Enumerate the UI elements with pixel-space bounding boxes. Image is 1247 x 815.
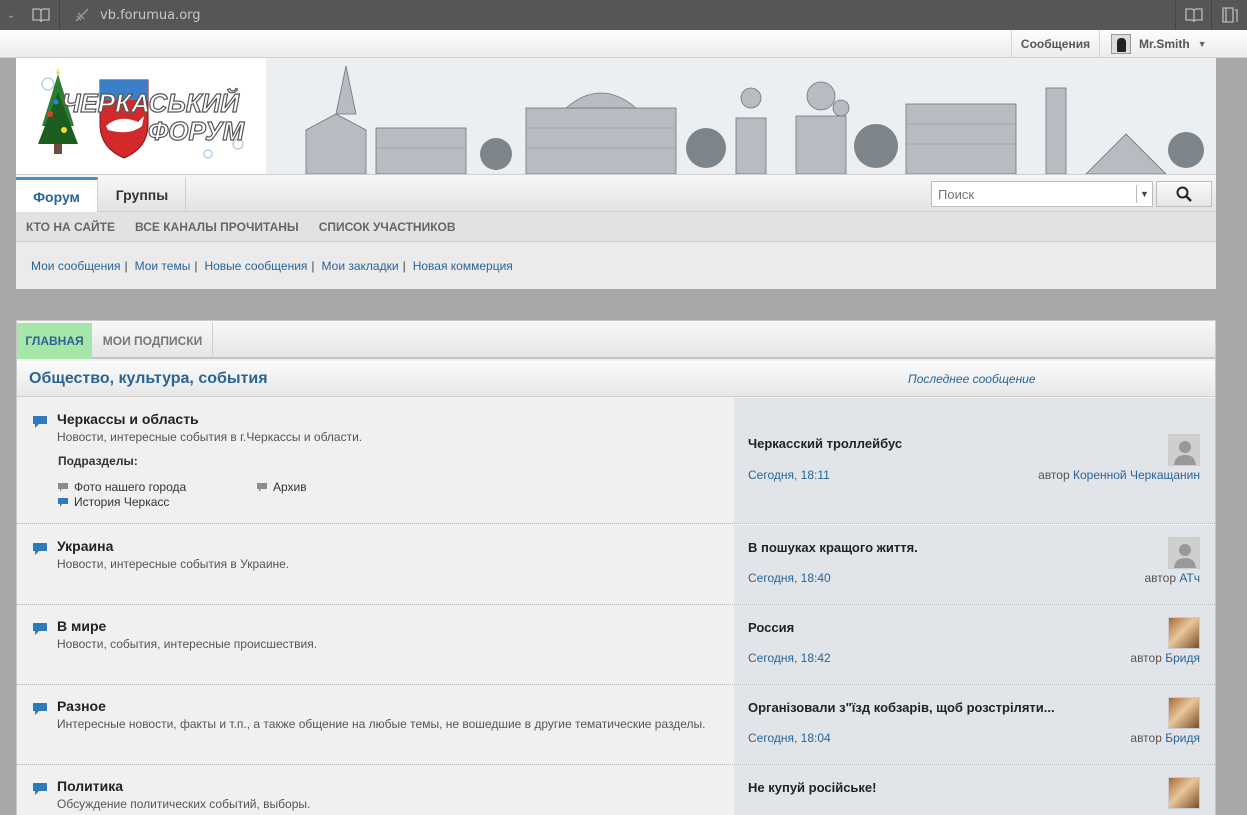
subforum-link[interactable]: Фото нашего города <box>58 480 186 494</box>
user-toolbar: Сообщения Mr.Smith ▼ <box>0 30 1247 58</box>
author-link[interactable]: Бридя <box>1165 731 1200 745</box>
forum-row: Политика Обсуждение политических событий… <box>17 765 1215 815</box>
last-post-title[interactable]: Черкасский троллейбус <box>748 436 902 451</box>
avatar[interactable] <box>1168 617 1200 649</box>
my-threads-link[interactable]: Мои темы <box>135 259 191 273</box>
sub-navigation: КТО НА САЙТЕ ВСЕ КАНАЛЫ ПРОЧИТАНЫ СПИСОК… <box>16 212 1216 242</box>
last-post-cell: Россия Сегодня, 18:42 автор Бридя <box>734 605 1215 684</box>
last-post-date: Сегодня, 18:40 <box>748 571 831 585</box>
avatar <box>1111 34 1131 54</box>
main-navbar: Форум Группы ▼ <box>16 174 1216 213</box>
author-link[interactable]: Бридя <box>1165 651 1200 665</box>
forum-status-icon <box>33 623 47 635</box>
subforum-icon <box>257 482 267 492</box>
site-logo[interactable]: ЧЕРКАСЬКИЙ ФОРУМ <box>28 64 268 164</box>
reader-view-icon[interactable] <box>22 0 60 30</box>
chevron-down-icon[interactable]: ⌄ <box>0 10 22 21</box>
forum-row: В мире Новости, события, интересные прои… <box>17 605 1215 685</box>
author-link[interactable]: АТч <box>1179 571 1200 585</box>
forum-status-icon <box>33 703 47 715</box>
username: Mr.Smith <box>1139 37 1190 51</box>
subforum-link[interactable]: История Черкасс <box>58 495 169 509</box>
forum-title[interactable]: Политика <box>57 778 123 794</box>
category-title[interactable]: Общество, культура, события <box>29 370 268 388</box>
last-post-title[interactable]: Не купуй російське! <box>748 780 876 795</box>
forum-status-icon <box>33 416 47 428</box>
forum-status-icon <box>33 543 47 555</box>
my-bookmarks-link[interactable]: Мои закладки <box>322 259 399 273</box>
tab-subscriptions[interactable]: МОИ ПОДПИСКИ <box>93 323 213 359</box>
collections-icon[interactable] <box>1211 0 1247 30</box>
chevron-down-icon: ▼ <box>1197 39 1207 49</box>
forum-description: Обсуждение политических событий, выборы. <box>57 797 311 811</box>
forum-description: Новости, интересные события в г.Черкассы… <box>57 430 363 444</box>
avatar[interactable] <box>1168 537 1200 569</box>
avatar[interactable] <box>1168 434 1200 466</box>
new-commerce-link[interactable]: Новая коммерция <box>413 259 513 273</box>
home-tabs: ГЛАВНАЯ МОИ ПОДПИСКИ <box>17 321 1215 359</box>
site-header: ЧЕРКАСЬКИЙ ФОРУМ <box>16 58 1216 174</box>
tab-forum[interactable]: Форум <box>16 177 98 213</box>
forum-status-icon <box>33 783 47 795</box>
last-post-cell: В пошуках кращого життя. Сегодня, 18:40 … <box>734 525 1215 604</box>
last-post-title[interactable]: Россия <box>748 620 794 635</box>
search-options-chevron-icon[interactable]: ▼ <box>1136 185 1152 203</box>
member-list-link[interactable]: СПИСОК УЧАСТНИКОВ <box>319 220 456 234</box>
url-text: vb.forumua.org <box>100 7 201 23</box>
forum-title[interactable]: Украина <box>57 538 113 554</box>
search-input[interactable] <box>938 186 1143 202</box>
forum-row: Украина Новости, интересные события в Ук… <box>17 525 1215 605</box>
search-field: ▼ <box>931 181 1153 207</box>
subforum-icon <box>58 482 68 492</box>
forum-title[interactable]: Разное <box>57 698 106 714</box>
forum-description: Интересные новости, факты и т.п., а такж… <box>57 717 706 731</box>
tab-home[interactable]: ГЛАВНАЯ <box>17 323 92 359</box>
last-post-date: Сегодня, 18:42 <box>748 651 831 665</box>
last-post-column-label: Последнее сообщение <box>908 372 1036 386</box>
search-icon <box>1176 186 1192 202</box>
address-bar[interactable]: vb.forumua.org <box>74 7 201 23</box>
my-posts-link[interactable]: Мои сообщения <box>31 259 120 273</box>
forum-row: Разное Интересные новости, факты и т.п.,… <box>17 685 1215 765</box>
last-post-date: Сегодня, 18:11 <box>748 468 830 482</box>
last-post-title[interactable]: Організовали з"їзд кобзарів, щоб розстрі… <box>748 700 1055 715</box>
logo-line1: ЧЕРКАСЬКИЙ <box>62 88 240 118</box>
author-link[interactable]: Коренной Черкащанин <box>1073 468 1200 482</box>
who-online-link[interactable]: КТО НА САЙТЕ <box>26 220 115 234</box>
forum-home: ГЛАВНАЯ МОИ ПОДПИСКИ Общество, культура,… <box>16 320 1216 815</box>
city-banner-image <box>266 58 1216 174</box>
messages-link[interactable]: Сообщения <box>1011 30 1100 58</box>
reading-mode-icon[interactable] <box>1175 0 1211 30</box>
forum-description: Новости, события, интересные происшестви… <box>57 637 318 651</box>
mark-all-read-link[interactable]: ВСЕ КАНАЛЫ ПРОЧИТАНЫ <box>135 220 299 234</box>
last-post-cell: Черкасский троллейбус Сегодня, 18:11 авт… <box>734 398 1215 523</box>
last-post-author: автор Коренной Черкащанин <box>1038 468 1200 482</box>
avatar[interactable] <box>1168 697 1200 729</box>
last-post-date: Сегодня, 18:04 <box>748 731 831 745</box>
last-post-cell: Не купуй російське! <box>734 765 1215 815</box>
subforums-label: Подразделы: <box>58 454 138 468</box>
forum-title[interactable]: Черкассы и область <box>57 411 199 427</box>
last-post-author: автор АТч <box>1144 571 1201 585</box>
site-security-icon <box>75 8 89 22</box>
new-posts-link[interactable]: Новые сообщения <box>204 259 307 273</box>
last-post-author: автор Бридя <box>1130 731 1200 745</box>
user-menu[interactable]: Mr.Smith ▼ <box>1101 30 1247 58</box>
forum-description: Новости, интересные события в Украине. <box>57 557 290 571</box>
search-button[interactable] <box>1156 181 1212 207</box>
browser-toolbar: ⌄ vb.forumua.org <box>0 0 1247 30</box>
forum-title[interactable]: В мире <box>57 618 106 634</box>
logo-line2: ФОРУМ <box>148 116 245 146</box>
category-header: Общество, культура, события Последнее со… <box>17 361 1215 397</box>
subforum-link[interactable]: Архив <box>257 480 307 494</box>
subforum-new-icon <box>58 497 68 507</box>
tab-groups[interactable]: Группы <box>99 177 186 213</box>
last-post-author: автор Бридя <box>1130 651 1200 665</box>
last-post-title[interactable]: В пошуках кращого життя. <box>748 540 918 555</box>
last-post-cell: Організовали з"їзд кобзарів, щоб розстрі… <box>734 685 1215 764</box>
forum-row: Черкассы и область Новости, интересные с… <box>17 398 1215 524</box>
quick-links: Мои сообщения | Мои темы | Новые сообщения… <box>16 242 1216 289</box>
avatar[interactable] <box>1168 777 1200 809</box>
